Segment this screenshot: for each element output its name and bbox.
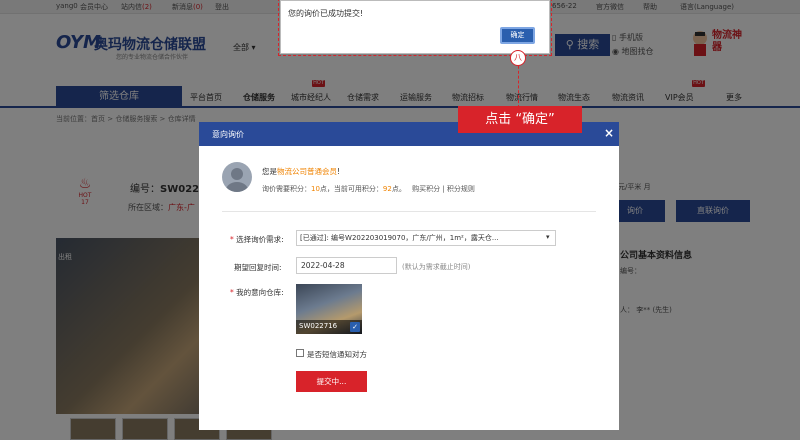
greeting-prefix: 您是	[262, 167, 277, 176]
demand-label-text: 选择询价需求:	[236, 235, 284, 244]
check-icon[interactable]: ✓	[350, 322, 360, 332]
sms-notify-checkbox[interactable]	[296, 349, 304, 357]
points-label: 询价需要积分：	[262, 185, 311, 193]
avatar	[222, 162, 252, 192]
required-mark: *	[230, 235, 234, 244]
warehouse-option-code: SW022716	[299, 322, 338, 330]
buy-points-link[interactable]: 购买积分	[412, 185, 440, 193]
user-silhouette-icon	[226, 168, 248, 192]
points-separator: |	[442, 185, 445, 193]
dialog-title: 意向询价	[212, 130, 244, 139]
points-rules-link[interactable]: 积分规则	[447, 185, 475, 193]
greeting-suffix: !	[337, 167, 341, 176]
chevron-down-icon: ▾	[546, 233, 550, 241]
required-mark: *	[230, 288, 234, 297]
points-needed: 10	[311, 185, 320, 193]
submit-button[interactable]: 提交中...	[296, 371, 367, 392]
points-suffix: 点。	[391, 185, 406, 193]
demand-select[interactable]: [已通过]: 编号W202203019070，广东/广州，1m²，露天仓...	[296, 230, 556, 246]
date-label: 期望回复时间:	[234, 263, 282, 272]
demand-label: * 选择询价需求:	[230, 234, 284, 245]
instruction-tip: 点击 “确定”	[458, 106, 582, 133]
warehouse-label-text: 我的意向仓库:	[236, 288, 284, 297]
sms-notify-label[interactable]: 是否短信通知对方	[307, 349, 367, 360]
member-level: 物流公司普通会员	[277, 167, 337, 176]
points-mid: 点，当前可用积分：	[319, 185, 383, 193]
step-marker: 八	[510, 50, 526, 66]
close-icon[interactable]: ×	[604, 126, 614, 140]
points-info: 询价需要积分：10点，当前可用积分：92点。 购买积分 | 积分规则	[262, 184, 475, 194]
warehouse-label: * 我的意向仓库:	[230, 287, 284, 298]
date-hint: (默认为需求截止时间)	[402, 263, 471, 271]
user-greeting: 您是物流公司普通会员!	[262, 166, 340, 177]
reply-date-input[interactable]: 2022-04-28	[296, 257, 397, 274]
highlight-frame	[278, 0, 552, 56]
points-available: 92	[382, 185, 392, 193]
divider	[222, 211, 596, 212]
